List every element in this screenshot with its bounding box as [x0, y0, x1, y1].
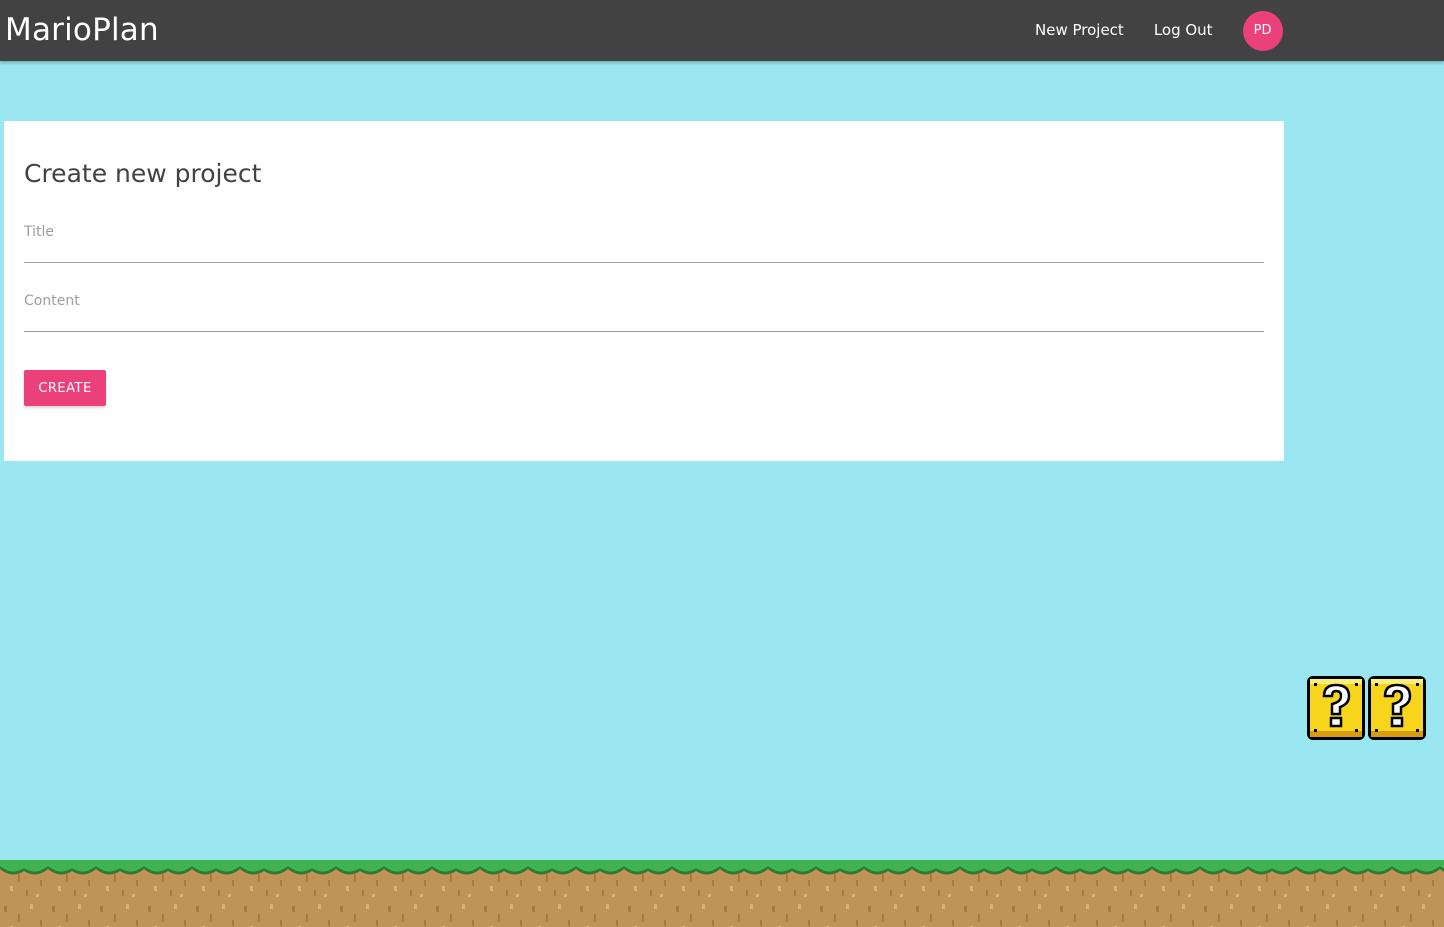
question-block-icon — [1307, 676, 1426, 740]
title-input[interactable] — [24, 244, 1264, 263]
nav-new-project-link[interactable]: New Project — [1020, 0, 1139, 61]
question-block-left — [1307, 676, 1365, 740]
user-avatar[interactable]: PD — [1242, 10, 1283, 51]
title-field-group: Title — [24, 224, 1264, 263]
form-title: Create new project — [24, 159, 262, 188]
create-project-form: Create new project Title Content CREATE — [4, 121, 1284, 461]
top-navbar: MarioPlan New Project Log Out PD — [0, 0, 1444, 61]
grass-ground-icon — [0, 860, 1444, 927]
brand-logo-link[interactable]: MarioPlan — [5, 10, 159, 50]
title-label: Title — [24, 224, 55, 240]
create-button[interactable]: CREATE — [24, 370, 106, 406]
content-input[interactable] — [24, 313, 1264, 332]
question-block-right — [1368, 676, 1426, 740]
nav-links: New Project Log Out PD — [1020, 0, 1283, 61]
nav-logout-link[interactable]: Log Out — [1139, 0, 1228, 61]
content-label: Content — [24, 293, 80, 309]
content-field-group: Content — [24, 293, 1264, 332]
